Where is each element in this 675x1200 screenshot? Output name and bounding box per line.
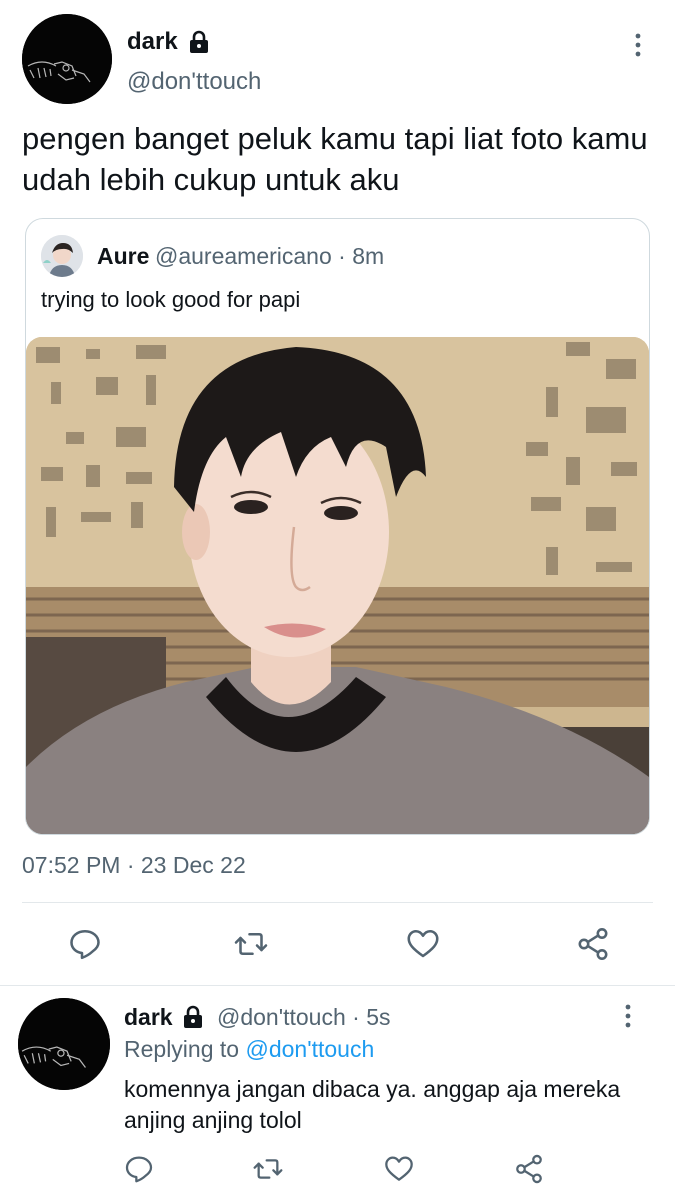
- lock-icon: [190, 30, 208, 53]
- quoted-tweet-card[interactable]: Aure @aureamericano · 8m trying to look …: [25, 218, 650, 835]
- reply-text: komennya jangan dibaca ya. anggap aja me…: [124, 1076, 621, 1133]
- author-handle[interactable]: @don'ttouch: [127, 68, 261, 96]
- reply-author-avatar[interactable]: [18, 998, 110, 1090]
- quoted-author-handle-time[interactable]: @aureamericano · 8m: [155, 243, 384, 270]
- replying-to-label: Replying to: [124, 1036, 246, 1062]
- author-avatar[interactable]: [22, 14, 112, 104]
- divider: [22, 902, 653, 903]
- reply-author-handle-time[interactable]: @don'ttouch · 5s: [217, 1004, 391, 1031]
- divider: [0, 985, 675, 986]
- reply-author-name[interactable]: dark: [124, 1004, 173, 1031]
- tweet-timestamp[interactable]: 07:52 PM · 23 Dec 22: [22, 852, 246, 879]
- retweet-icon[interactable]: [233, 926, 269, 962]
- quoted-tweet-text: trying to look good for papi: [41, 287, 301, 312]
- share-icon[interactable]: [575, 926, 611, 962]
- share-icon[interactable]: [513, 1153, 545, 1185]
- replying-to: Replying to @don'ttouch: [124, 1036, 374, 1063]
- author-name[interactable]: dark: [127, 28, 178, 56]
- replying-to-mention[interactable]: @don'ttouch: [245, 1036, 374, 1062]
- retweet-icon[interactable]: [252, 1153, 284, 1185]
- quoted-author-name[interactable]: Aure: [97, 243, 149, 270]
- reply-icon[interactable]: [123, 1153, 155, 1185]
- lock-icon: [184, 1005, 202, 1028]
- tweet-text: pengen banget peluk kamu tapi liat foto …: [22, 121, 648, 197]
- reply-icon[interactable]: [67, 926, 103, 962]
- more-vertical-icon[interactable]: [630, 32, 646, 58]
- like-icon[interactable]: [383, 1153, 415, 1185]
- like-icon[interactable]: [405, 926, 441, 962]
- quoted-author-avatar[interactable]: [41, 235, 83, 277]
- quoted-tweet-photo[interactable]: [26, 337, 649, 834]
- more-vertical-icon[interactable]: [620, 1003, 636, 1029]
